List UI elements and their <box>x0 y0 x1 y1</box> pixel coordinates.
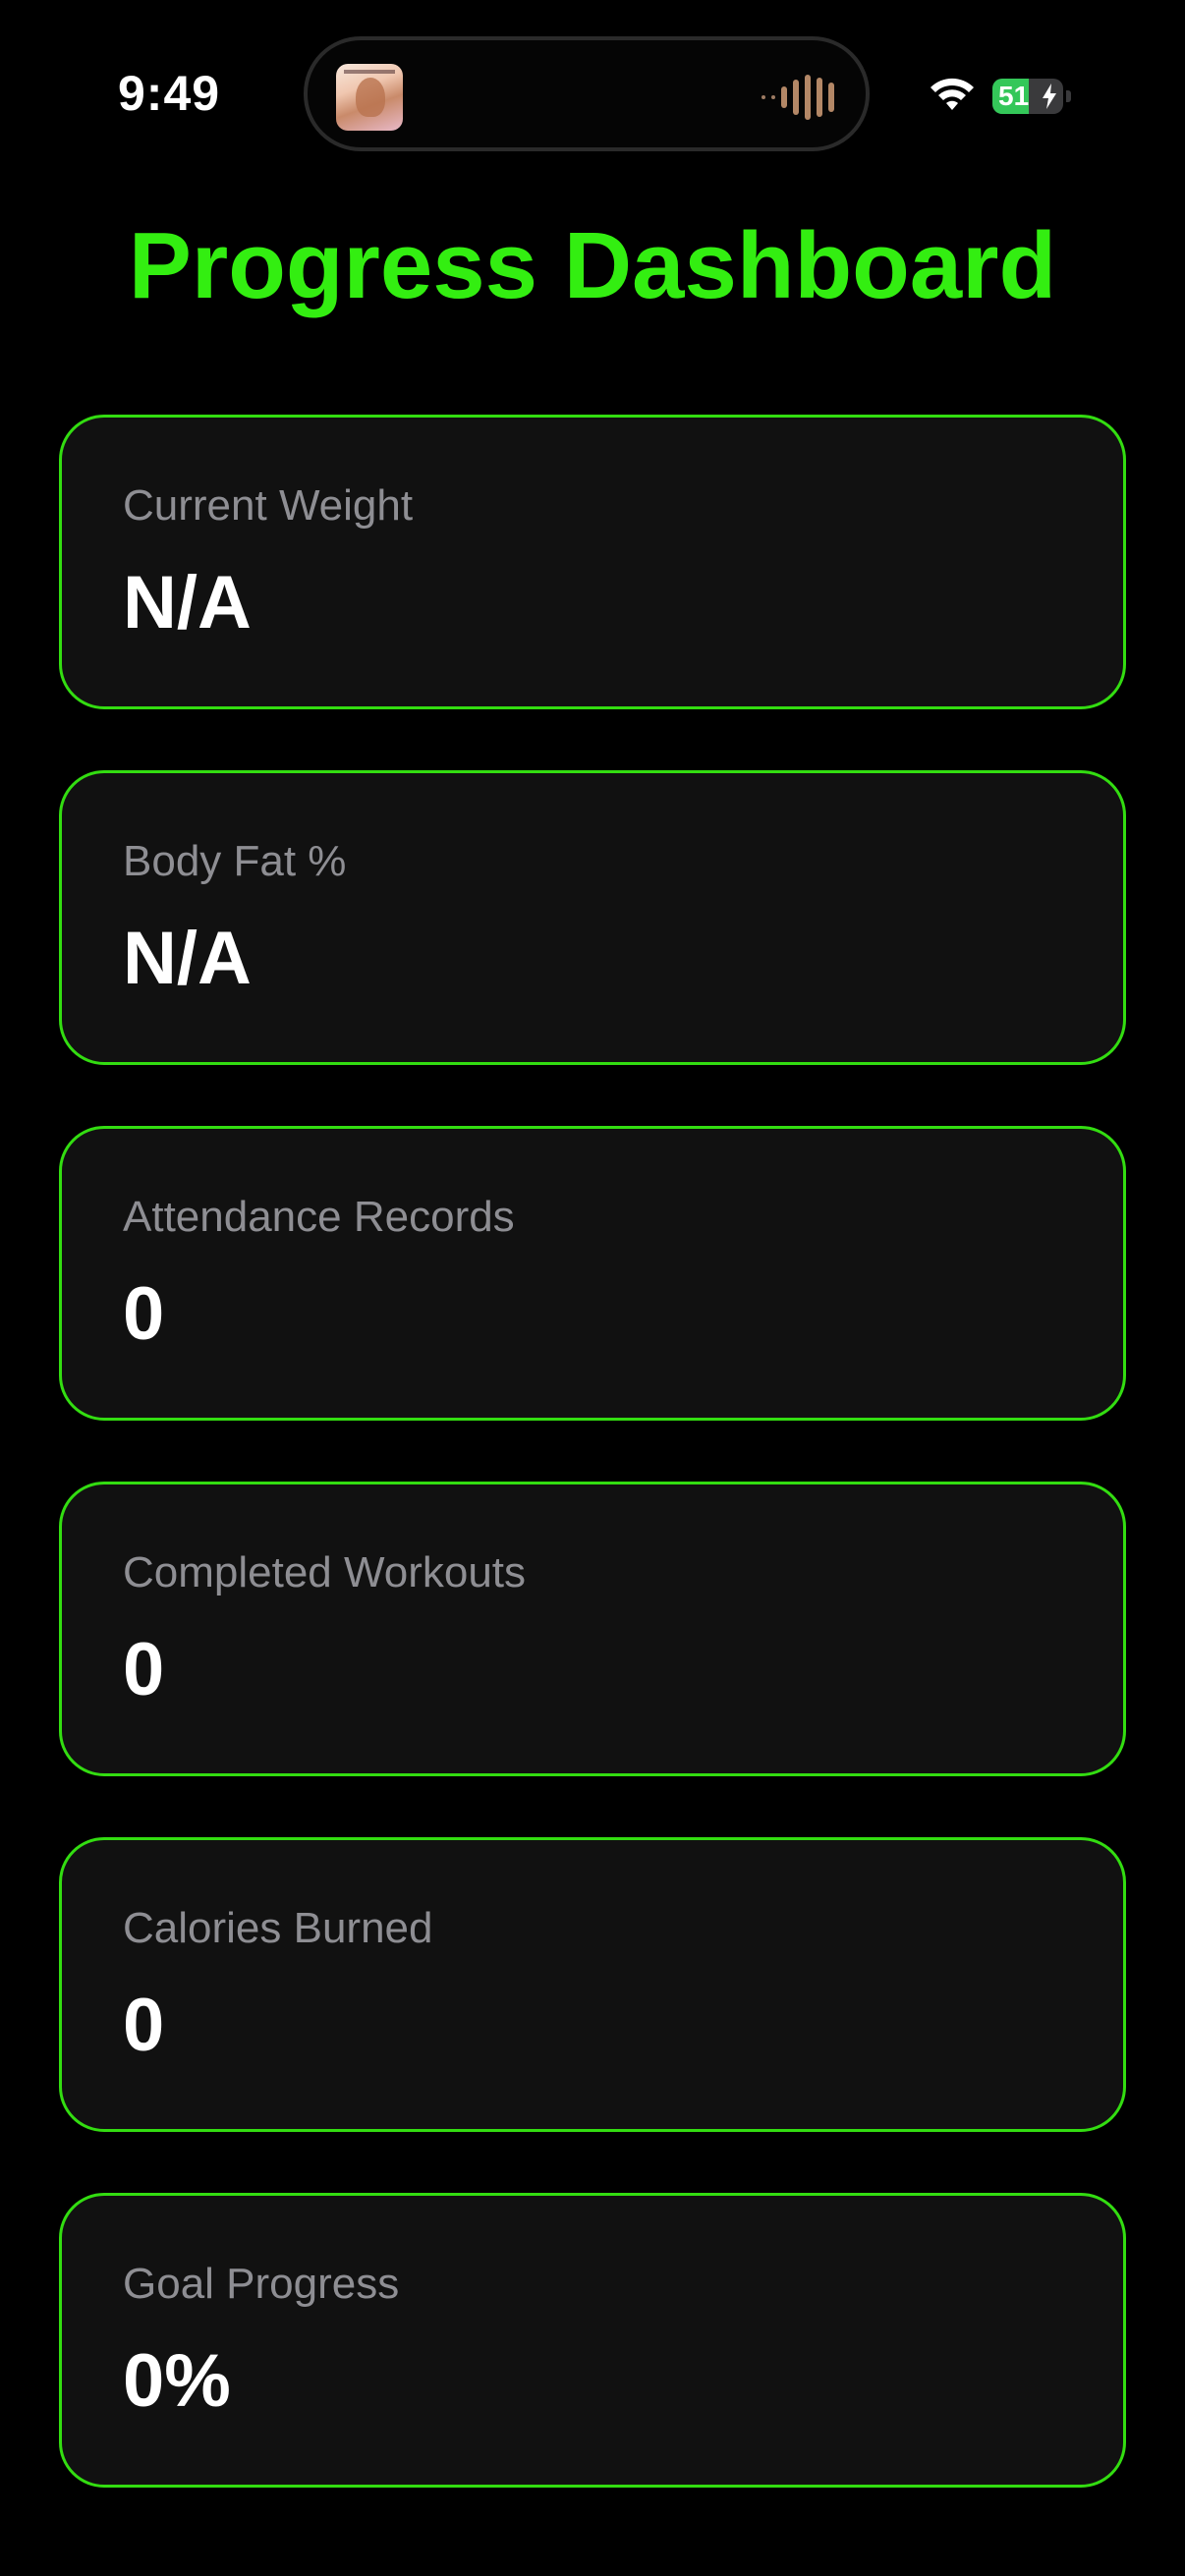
card-value: N/A <box>123 917 252 1000</box>
charging-bolt-icon <box>1043 84 1056 109</box>
status-time: 9:49 <box>118 66 221 121</box>
completed-workouts-card[interactable]: Completed Workouts 0 <box>59 1482 1126 1776</box>
wifi-icon <box>931 78 974 110</box>
now-playing-artwork[interactable] <box>336 64 403 131</box>
status-bar: 9:49 51 <box>0 0 1185 187</box>
card-value: 0 <box>123 1628 165 1711</box>
card-label: Goal Progress <box>123 2260 400 2308</box>
body-fat-card[interactable]: Body Fat % N/A <box>59 770 1126 1065</box>
dynamic-island-now-playing[interactable] <box>304 36 870 151</box>
card-value: 0% <box>123 2339 231 2423</box>
stats-card-list: Current Weight N/A Body Fat % N/A Attend… <box>59 415 1126 2548</box>
audio-waveform-icon <box>762 74 834 121</box>
battery-indicator: 51 <box>992 79 1071 114</box>
card-label: Attendance Records <box>123 1193 515 1241</box>
attendance-records-card[interactable]: Attendance Records 0 <box>59 1126 1126 1421</box>
card-value: 0 <box>123 1984 165 2067</box>
card-label: Body Fat % <box>123 837 347 885</box>
current-weight-card[interactable]: Current Weight N/A <box>59 415 1126 709</box>
page-title: Progress Dashboard <box>128 213 1057 318</box>
card-label: Completed Workouts <box>123 1548 527 1596</box>
card-value: 0 <box>123 1272 165 1356</box>
card-label: Current Weight <box>123 481 414 530</box>
goal-progress-card[interactable]: Goal Progress 0% <box>59 2193 1126 2488</box>
battery-level: 51 <box>998 81 1030 111</box>
card-label: Calories Burned <box>123 1904 433 1952</box>
card-value: N/A <box>123 561 252 644</box>
calories-burned-card[interactable]: Calories Burned 0 <box>59 1837 1126 2132</box>
